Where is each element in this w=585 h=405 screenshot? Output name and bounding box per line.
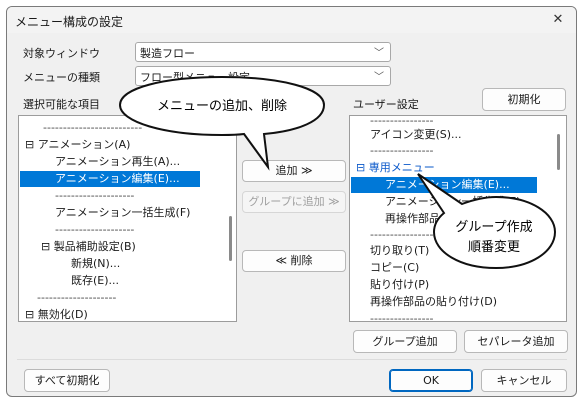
delete-button[interactable]: ≪ 削除: [242, 250, 346, 272]
target-window-select[interactable]: 製造フロー ﹀: [135, 42, 391, 62]
target-window-value: 製造フロー: [140, 47, 195, 60]
list-item[interactable]: ----------------: [370, 143, 434, 159]
user-settings-label: ユーザー設定: [353, 98, 419, 111]
list-item-selected[interactable]: アニメーション編集(E)...: [351, 177, 537, 193]
list-item[interactable]: 切り取り(T): [370, 243, 429, 259]
group-header-item[interactable]: ⊟ 専用メニュー: [356, 160, 435, 176]
list-item[interactable]: --------------------: [37, 290, 116, 306]
list-item[interactable]: -------------------------: [43, 120, 142, 136]
reset-all-button[interactable]: すべて初期化: [24, 369, 110, 392]
menu-type-label: メニューの種類: [23, 71, 100, 84]
list-item[interactable]: ⊟ アニメーション(A): [25, 137, 130, 153]
chevron-down-icon: ﹀: [374, 48, 384, 59]
list-item[interactable]: 再操作部品...: [385, 211, 451, 227]
list-item[interactable]: --------------------: [55, 222, 134, 238]
menu-type-select[interactable]: フロー型メニュー設定 ﹀: [135, 66, 391, 86]
separator-add-button[interactable]: セパレータ追加: [464, 330, 568, 353]
group-add-button[interactable]: グループ追加: [353, 330, 457, 353]
scrollbar-thumb[interactable]: [557, 134, 560, 170]
list-item[interactable]: ----------------: [370, 311, 434, 321]
list-item[interactable]: コピー(C): [370, 260, 419, 276]
chevron-down-icon: ﹀: [374, 72, 384, 83]
available-items-list[interactable]: ------------------------- ⊟ アニメーション(A) ア…: [18, 115, 237, 322]
cancel-button[interactable]: キャンセル: [481, 369, 567, 392]
scrollbar-thumb[interactable]: [229, 216, 232, 261]
list-item[interactable]: 新規(N)...: [71, 256, 120, 272]
list-item[interactable]: 貼り付け(P): [370, 277, 429, 293]
list-item[interactable]: --------------------: [55, 188, 134, 204]
menu-config-dialog: メニュー構成の設定 ✕ 対象ウィンドウ 製造フロー ﹀ メニューの種類 フロー型…: [6, 6, 577, 397]
menu-type-value: フロー型メニュー設定: [140, 71, 250, 84]
list-item[interactable]: ⊟ 製品補助設定(B): [41, 239, 136, 255]
target-window-label: 対象ウィンドウ: [23, 47, 100, 60]
list-item[interactable]: ⊟ 無効化(D): [25, 307, 88, 321]
list-item[interactable]: アニメーション再生(A)...: [55, 154, 180, 170]
title-bar: メニュー構成の設定 ✕: [7, 7, 576, 33]
reset-button[interactable]: 初期化: [482, 88, 566, 111]
list-item-selected[interactable]: アニメーション編集(E)...: [20, 171, 200, 187]
window-title: メニュー構成の設定: [15, 15, 124, 29]
add-button[interactable]: 追加 ≫: [242, 160, 346, 182]
list-item[interactable]: アニメーション一括生成(F): [385, 194, 520, 210]
user-settings-list[interactable]: ---------------- アイコン変更(S)... ----------…: [349, 115, 567, 322]
close-icon[interactable]: ✕: [548, 10, 568, 30]
add-to-group-button[interactable]: グループに追加 ≫: [242, 191, 346, 213]
list-item[interactable]: アニメーション一括生成(F): [55, 205, 190, 221]
divider: [17, 359, 567, 360]
list-item[interactable]: 再操作部品の貼り付け(D): [370, 294, 497, 310]
ok-button[interactable]: OK: [389, 369, 473, 392]
list-item[interactable]: 既存(E)...: [71, 273, 119, 289]
list-item[interactable]: アイコン変更(S)...: [370, 127, 462, 143]
list-item[interactable]: ----------------: [370, 227, 434, 243]
available-items-label: 選択可能な項目: [23, 98, 100, 111]
